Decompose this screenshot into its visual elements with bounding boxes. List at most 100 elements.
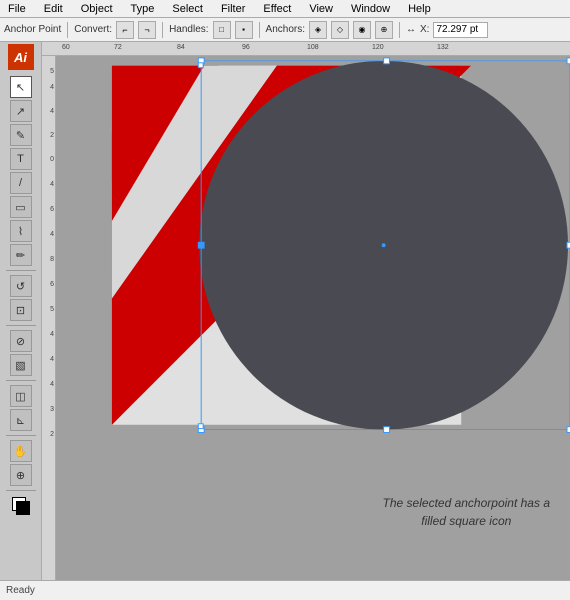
bezier-cp-bottom[interactable] <box>198 424 203 429</box>
red-band-2 <box>112 66 461 425</box>
tool-pencil[interactable]: ✏ <box>10 244 32 266</box>
red-shape-top-left <box>112 66 219 182</box>
toolbox: Ai ↖ ↗ ✎ T / ▭ ⌇ ✏ ↺ ⊡ ⊘ ▧ ◫ ⊾ ✋ ⊕ <box>0 42 42 580</box>
ruler-v-mark-6: 4 <box>42 181 55 188</box>
ruler-h-mark-132: 132 <box>437 44 449 51</box>
ruler-v-mark-12: 4 <box>42 331 55 338</box>
handles-btn-1[interactable]: □ <box>213 21 231 39</box>
red-band-1 <box>112 66 204 221</box>
ruler-v-mark-8: 4 <box>42 231 55 238</box>
tool-rotate[interactable]: ↺ <box>10 275 32 297</box>
main-area: Ai ↖ ↗ ✎ T / ▭ ⌇ ✏ ↺ ⊡ ⊘ ▧ ◫ ⊾ ✋ ⊕ 60 72… <box>0 42 570 580</box>
toolbar: Anchor Point Convert: ⌐ ¬ Handles: □ ▪ A… <box>0 18 570 42</box>
ruler-v-mark-13: 4 <box>42 356 55 363</box>
ruler-v-mark-3: 4 <box>42 108 55 115</box>
artboard-bg <box>112 66 461 425</box>
tool-type[interactable]: T <box>10 148 32 170</box>
menu-object[interactable]: Object <box>77 3 117 15</box>
ruler-v-mark-15: 3 <box>42 406 55 413</box>
selection-box <box>201 61 570 430</box>
handle-tc[interactable] <box>384 58 390 64</box>
anchors-btn-4[interactable]: ⊕ <box>375 21 393 39</box>
toolbar-sep-3 <box>259 22 260 38</box>
menu-view[interactable]: View <box>305 3 337 15</box>
red-shape-main <box>112 66 471 425</box>
ruler-v-mark-2: 4 <box>42 84 55 91</box>
canvas[interactable]: 5 4 4 2 0 4 6 4 8 6 5 4 4 4 3 2 <box>42 56 570 580</box>
convert-btn-1[interactable]: ⌐ <box>116 21 134 39</box>
toolbar-sep-4 <box>399 22 400 38</box>
menu-select[interactable]: Select <box>168 3 207 15</box>
x-input[interactable] <box>433 22 488 38</box>
handle-tl[interactable] <box>198 58 204 64</box>
ruler-h-mark-120: 120 <box>372 44 384 51</box>
status-bar: Ready <box>0 580 570 600</box>
menu-window[interactable]: Window <box>347 3 394 15</box>
annotation-line2: filled square icon <box>421 514 511 528</box>
tool-hand[interactable]: ✋ <box>10 440 32 462</box>
tool-sep-1 <box>6 270 36 271</box>
tool-select[interactable]: ↖ <box>10 76 32 98</box>
menu-help[interactable]: Help <box>404 3 435 15</box>
ruler-h-mark-108: 108 <box>307 44 319 51</box>
x-label: X: <box>420 24 429 35</box>
tool-direct-select[interactable]: ↗ <box>10 100 32 122</box>
ruler-h-mark-84: 84 <box>177 44 185 51</box>
menu-file[interactable]: File <box>4 3 30 15</box>
anchors-btn-3[interactable]: ◉ <box>353 21 371 39</box>
annotation-line1: The selected anchorpoint has a <box>383 496 550 510</box>
menu-effect[interactable]: Effect <box>259 3 295 15</box>
menu-edit[interactable]: Edit <box>40 3 67 15</box>
gray-band <box>112 66 277 299</box>
ruler-v-mark-7: 6 <box>42 206 55 213</box>
toolbar-sep-1 <box>67 22 68 38</box>
handles-btn-2[interactable]: ▪ <box>235 21 253 39</box>
tool-gradient[interactable]: ◫ <box>10 385 32 407</box>
ruler-h-mark-96: 96 <box>242 44 250 51</box>
tool-paintbrush[interactable]: ⌇ <box>10 220 32 242</box>
ruler-h-mark-72: 72 <box>114 44 122 51</box>
ruler-v-mark-1: 5 <box>42 68 55 75</box>
tool-graph[interactable]: ▧ <box>10 354 32 376</box>
ruler-v-mark-16: 2 <box>42 431 55 438</box>
handle-bl[interactable] <box>198 427 204 433</box>
menu-bar: File Edit Object Type Select Filter Effe… <box>0 0 570 18</box>
ruler-v-mark-11: 5 <box>42 306 55 313</box>
tool-sep-4 <box>6 435 36 436</box>
tool-scale[interactable]: ⊡ <box>10 299 32 321</box>
ruler-v-mark-14: 4 <box>42 381 55 388</box>
ruler-top: 60 72 84 96 108 120 132 <box>42 42 570 56</box>
ai-logo: Ai <box>8 44 34 70</box>
handle-ml-filled[interactable] <box>198 242 204 248</box>
ruler-v-mark-9: 8 <box>42 256 55 263</box>
tool-sep-3 <box>6 380 36 381</box>
x-indicator: ↔ <box>406 24 416 35</box>
handles-label: Handles: <box>169 24 208 35</box>
ruler-v-mark-4: 2 <box>42 132 55 139</box>
anchors-btn-2[interactable]: ◇ <box>331 21 349 39</box>
tool-pen[interactable]: ✎ <box>10 124 32 146</box>
ruler-v-mark-10: 6 <box>42 281 55 288</box>
menu-type[interactable]: Type <box>127 3 159 15</box>
anchors-btn-1[interactable]: ◈ <box>309 21 327 39</box>
center-point <box>382 243 386 247</box>
ruler-h-mark-60: 60 <box>62 44 70 51</box>
convert-btn-2[interactable]: ¬ <box>138 21 156 39</box>
tool-warp[interactable]: ⊘ <box>10 330 32 352</box>
ruler-left: 5 4 4 2 0 4 6 4 8 6 5 4 4 4 3 2 <box>42 56 56 580</box>
tool-sep-2 <box>6 325 36 326</box>
tool-sep-5 <box>6 490 36 491</box>
tool-zoom[interactable]: ⊕ <box>10 464 32 486</box>
canvas-wrapper: 60 72 84 96 108 120 132 5 4 4 2 0 4 6 4 … <box>42 42 570 580</box>
bezier-cp-top[interactable] <box>198 63 203 68</box>
annotation: The selected anchorpoint has a filled sq… <box>383 494 550 530</box>
ruler-v-mark-5: 0 <box>42 156 55 163</box>
fill-stroke-indicator[interactable] <box>10 495 32 517</box>
tool-line[interactable]: / <box>10 172 32 194</box>
handle-bc[interactable] <box>384 427 390 433</box>
tool-rect[interactable]: ▭ <box>10 196 32 218</box>
menu-filter[interactable]: Filter <box>217 3 249 15</box>
tool-eyedropper[interactable]: ⊾ <box>10 409 32 431</box>
anchor-point-label: Anchor Point <box>4 24 61 35</box>
convert-label: Convert: <box>74 24 112 35</box>
